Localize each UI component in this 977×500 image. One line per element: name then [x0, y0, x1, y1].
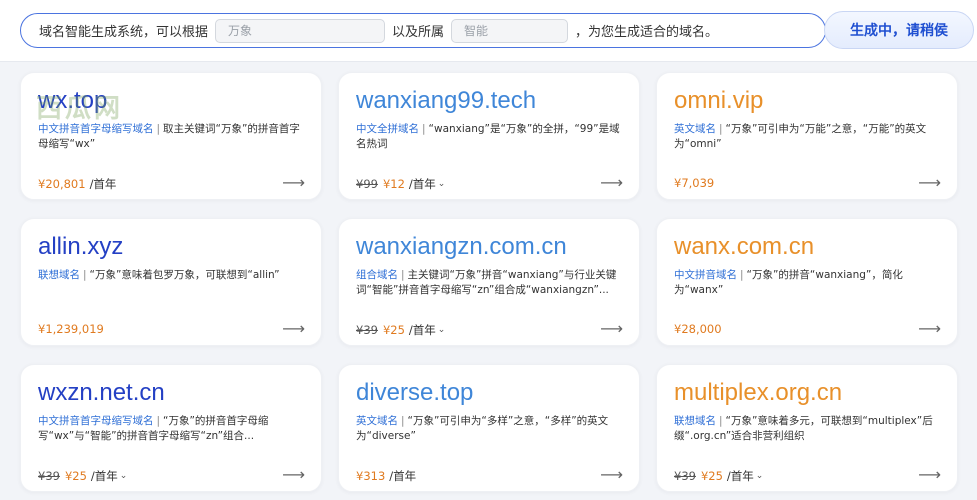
domain-description: 中文全拼域名 | “wanxiang”是“万象”的全拼，“99”是域名热词	[356, 122, 628, 152]
description-text: “万象”意味着包罗万象，可联想到“allin”	[89, 269, 280, 281]
price-row: ¥99 ¥12/首年 ⌄	[356, 176, 445, 192]
price-row: ¥39 ¥25/首年 ⌄	[356, 322, 445, 338]
domain-card[interactable]: wanxiangzn.com.cn 组合域名 | 主关键词“万象”拼音“wanxian…	[338, 218, 640, 346]
separator: |	[719, 123, 723, 135]
arrow-right-icon[interactable]: ⟶	[600, 173, 623, 192]
domain-type-tag: 英文域名	[674, 123, 716, 135]
current-price: ¥28,000	[674, 322, 722, 336]
domain-card[interactable]: diverse.top 英文域名 | “万象”可引申为“多样”之意，“多样”的英文为“…	[338, 364, 640, 492]
domain-card[interactable]: wx.top 中文拼音首字母缩写域名 | 取主关键词“万象”的拼音首字母缩写“wx” ¥…	[20, 72, 322, 200]
price-unit[interactable]: /首年	[91, 468, 118, 484]
price-row: ¥313/首年	[356, 468, 416, 484]
price-unit[interactable]: /首年	[727, 468, 754, 484]
separator: |	[719, 415, 723, 427]
arrow-right-icon[interactable]: ⟶	[282, 173, 305, 192]
current-price: ¥1,239,019	[38, 322, 104, 336]
current-price: ¥20,801	[38, 177, 86, 191]
domain-type-tag: 中文拼音首字母缩写域名	[38, 415, 154, 427]
domain-type-tag: 组合域名	[356, 269, 398, 281]
keyword-input[interactable]: 万象	[215, 18, 386, 43]
domain-description: 英文域名 | “万象”可引申为“多样”之意，“多样”的英文为“diverse”	[356, 414, 628, 444]
domain-type-tag: 英文域名	[356, 415, 398, 427]
current-price: ¥313	[356, 469, 386, 483]
current-price: ¥25	[382, 323, 405, 337]
separator: |	[401, 269, 405, 281]
chevron-down-icon[interactable]: ⌄	[438, 325, 446, 335]
arrow-right-icon[interactable]: ⟶	[918, 465, 941, 484]
domain-card[interactable]: allin.xyz 联想域名 | “万象”意味着包罗万象，可联想到“allin” ¥1,…	[20, 218, 322, 346]
prompt-text-2: 以及所属	[392, 25, 445, 40]
domain-description: 中文拼音首字母缩写域名 | 取主关键词“万象”的拼音首字母缩写“wx”	[38, 122, 310, 152]
price-unit: /首年	[389, 469, 417, 483]
prompt-bar: 域名智能生成系统，可以根据 万象 以及所属 智能 ，为您生成适合的域名。 生成中…	[0, 0, 977, 62]
domain-description: 联想域名 | “万象”意味着包罗万象，可联想到“allin”	[38, 268, 310, 283]
original-price: ¥39	[674, 469, 696, 483]
arrow-right-icon[interactable]: ⟶	[918, 319, 941, 338]
domain-type-tag: 中文拼音域名	[674, 269, 737, 281]
chevron-down-icon[interactable]: ⌄	[756, 471, 764, 481]
price-unit[interactable]: /首年	[409, 176, 436, 192]
domain-card[interactable]: wxzn.net.cn 中文拼音首字母缩写域名 | “万象”的拼音首字母缩写“wx”与…	[20, 364, 322, 492]
domain-card[interactable]: wanxiang99.tech 中文全拼域名 | “wanxiang”是“万象”的全拼…	[338, 72, 640, 200]
original-price: ¥39	[38, 469, 60, 483]
domain-card[interactable]: wanx.com.cn 中文拼音域名 | “万象”的拼音“wanxiang”，简化为“…	[656, 218, 958, 346]
price-row: ¥39 ¥25/首年 ⌄	[674, 468, 763, 484]
industry-input[interactable]: 智能	[451, 18, 569, 43]
domain-name[interactable]: allin.xyz	[38, 233, 123, 261]
current-price: ¥12	[382, 177, 405, 191]
prompt-text-3: ，为您生成适合的域名。	[575, 25, 719, 40]
domain-type-tag: 联想域名	[38, 269, 80, 281]
separator: |	[401, 415, 405, 427]
domain-name[interactable]: omni.vip	[674, 87, 763, 115]
price-unit: /首年	[89, 177, 117, 191]
arrow-right-icon[interactable]: ⟶	[282, 319, 305, 338]
domain-type-tag: 中文全拼域名	[356, 123, 419, 135]
domain-name[interactable]: wx.top	[38, 87, 107, 115]
price-row: ¥1,239,019	[38, 322, 108, 336]
price-row: ¥20,801/首年	[38, 176, 116, 192]
chevron-down-icon[interactable]: ⌄	[438, 179, 446, 189]
generate-button[interactable]: 生成中，请稍侯	[824, 11, 974, 49]
domain-card[interactable]: omni.vip 英文域名 | “万象”可引申为“万能”之意，“万能”的英文为“omn…	[656, 72, 958, 200]
separator: |	[422, 123, 426, 135]
price-row: ¥7,039	[674, 176, 718, 190]
domain-name[interactable]: wanxiang99.tech	[356, 87, 536, 115]
prompt-text-1: 域名智能生成系统，可以根据	[39, 25, 209, 40]
current-price: ¥25	[64, 469, 87, 483]
domain-name[interactable]: multiplex.org.cn	[674, 379, 842, 407]
current-price: ¥7,039	[674, 176, 715, 190]
domain-description: 联想域名 | “万象”意味着多元，可联想到“multiplex”后缀“.org.cn…	[674, 414, 946, 444]
arrow-right-icon[interactable]: ⟶	[918, 173, 941, 192]
separator: |	[740, 269, 744, 281]
domain-name[interactable]: wanx.com.cn	[674, 233, 814, 261]
original-price: ¥39	[356, 323, 378, 337]
domain-name[interactable]: diverse.top	[356, 379, 473, 407]
price-row: ¥28,000	[674, 322, 726, 336]
domain-card[interactable]: multiplex.org.cn 联想域名 | “万象”意味着多元，可联想到“mult…	[656, 364, 958, 492]
arrow-right-icon[interactable]: ⟶	[600, 319, 623, 338]
arrow-right-icon[interactable]: ⟶	[282, 465, 305, 484]
domain-description: 组合域名 | 主关键词“万象”拼音“wanxiang”与行业关键词“智能”拼音首字母…	[356, 268, 628, 298]
separator: |	[156, 415, 161, 427]
domain-name[interactable]: wxzn.net.cn	[38, 379, 165, 407]
domain-type-tag: 联想域名	[674, 415, 716, 427]
price-row: ¥39 ¥25/首年 ⌄	[38, 468, 127, 484]
domain-description: 中文拼音域名 | “万象”的拼音“wanxiang”，简化为“wanx”	[674, 268, 946, 298]
prompt-sentence: 域名智能生成系统，可以根据 万象 以及所属 智能 ，为您生成适合的域名。	[20, 13, 826, 48]
domain-description: 英文域名 | “万象”可引申为“万能”之意，“万能”的英文为“omni”	[674, 122, 946, 152]
separator: |	[156, 123, 161, 135]
domain-type-tag: 中文拼音首字母缩写域名	[38, 123, 154, 135]
price-unit[interactable]: /首年	[409, 322, 436, 338]
current-price: ¥25	[700, 469, 723, 483]
original-price: ¥99	[356, 177, 378, 191]
domain-description: 中文拼音首字母缩写域名 | “万象”的拼音首字母缩写“wx”与“智能”的拼音首字母缩…	[38, 414, 310, 444]
domain-name[interactable]: wanxiangzn.com.cn	[356, 233, 567, 261]
chevron-down-icon[interactable]: ⌄	[120, 471, 128, 481]
separator: |	[83, 269, 87, 281]
arrow-right-icon[interactable]: ⟶	[600, 465, 623, 484]
